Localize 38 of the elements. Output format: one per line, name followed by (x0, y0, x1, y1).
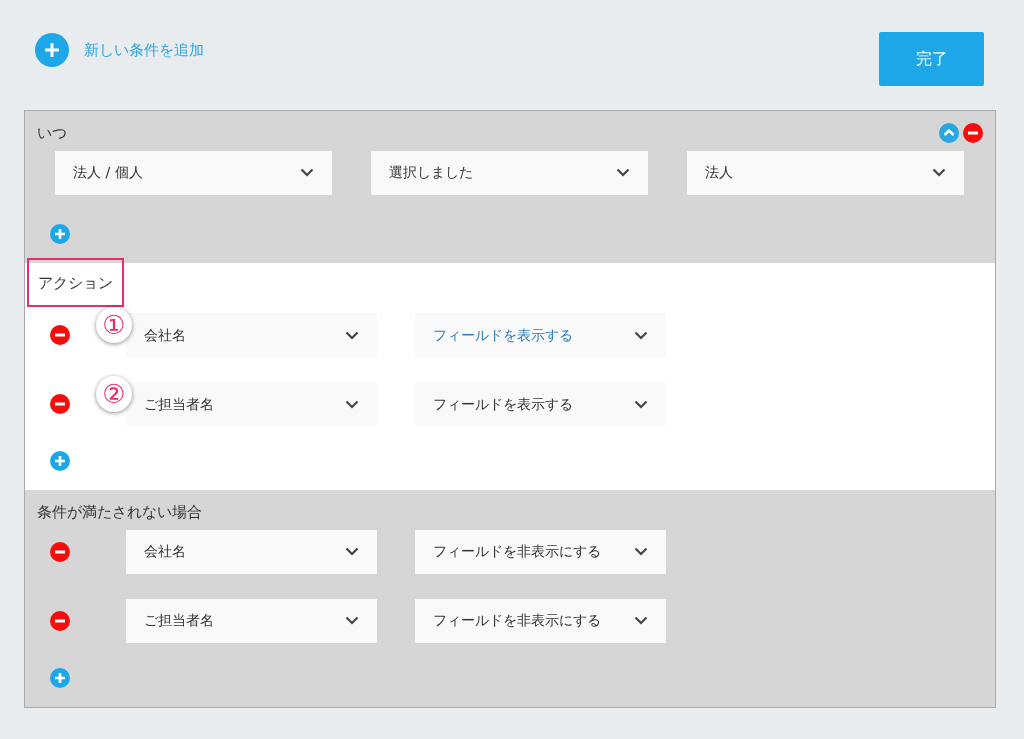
chevron-down-icon (616, 168, 630, 177)
select-dropdown[interactable]: 法人 (687, 150, 964, 195)
add-row-icon[interactable] (50, 223, 70, 244)
remove-row-icon[interactable] (50, 325, 70, 345)
chevron-down-icon (345, 399, 359, 409)
chevron-down-icon (932, 168, 946, 177)
select-dropdown[interactable]: 会社名 (126, 529, 377, 574)
remove-row-icon[interactable] (50, 394, 70, 414)
select-dropdown[interactable]: ご担当者名 (126, 598, 377, 643)
section-title: いつ (37, 123, 67, 144)
add-row-icon[interactable] (50, 451, 70, 471)
select-dropdown[interactable]: フィールドを非表示にする (415, 529, 666, 574)
remove-row-icon[interactable] (50, 610, 70, 631)
section-title: アクション (27, 257, 124, 307)
chevron-down-icon (345, 330, 359, 340)
select-dropdown[interactable]: フィールドを表示する (415, 313, 666, 357)
select-dropdown[interactable]: フィールドを表示する (415, 382, 666, 426)
chevron-down-icon (345, 616, 359, 625)
number-marker: ② (96, 376, 132, 412)
chevron-down-icon (300, 168, 314, 177)
remove-row-icon[interactable] (50, 541, 70, 562)
chevron-down-icon (634, 547, 648, 556)
select-dropdown[interactable]: 選択しました (371, 150, 648, 195)
chevron-down-icon (345, 547, 359, 556)
select-dropdown[interactable]: 法人 / 個人 (55, 150, 332, 195)
chevron-down-icon (634, 330, 648, 340)
plus-icon (35, 33, 69, 67)
select-dropdown[interactable]: ご担当者名 (126, 382, 377, 426)
section-title: 条件が満たされない場合 (37, 502, 202, 523)
chevron-down-icon (634, 616, 648, 625)
number-marker: ① (96, 307, 132, 343)
add-condition-label: 新しい条件を追加 (84, 39, 204, 61)
select-dropdown[interactable]: フィールドを非表示にする (415, 598, 666, 643)
remove-section-icon[interactable] (963, 123, 983, 144)
select-dropdown[interactable]: 会社名 (126, 313, 377, 357)
chevron-up-icon[interactable] (939, 123, 959, 144)
add-row-icon[interactable] (50, 667, 70, 688)
chevron-down-icon (634, 399, 648, 409)
